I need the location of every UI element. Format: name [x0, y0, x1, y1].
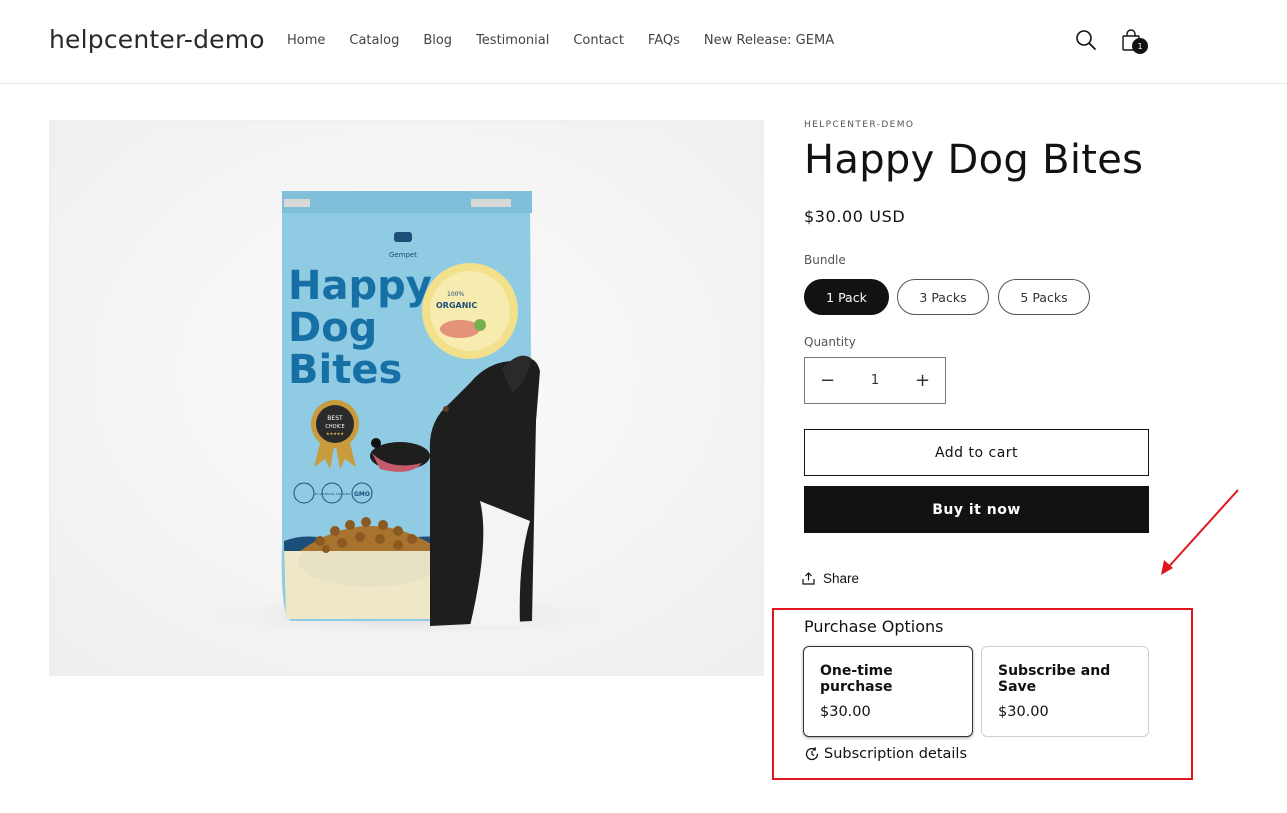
dog-food-bag-image: Gempet Happy Dog Bites 100% ORGANIC BEST…: [50, 121, 763, 675]
nav-faqs[interactable]: FAQs: [636, 32, 692, 50]
nav-testimonial[interactable]: Testimonial: [464, 32, 561, 50]
product-image[interactable]: Gempet Happy Dog Bites 100% ORGANIC BEST…: [49, 120, 764, 676]
svg-text:BEST: BEST: [327, 415, 343, 422]
annotation-highlight-box: [772, 608, 1193, 780]
site-logo[interactable]: helpcenter-demo: [49, 25, 265, 54]
search-button[interactable]: [1073, 26, 1099, 54]
cart-count-badge: 1: [1132, 38, 1148, 54]
quantity-stepper: − +: [804, 357, 946, 404]
svg-text:GMO: GMO: [354, 491, 370, 498]
svg-text:CHOICE: CHOICE: [325, 424, 344, 430]
nav-new-release[interactable]: New Release: GEMA: [692, 32, 846, 50]
cart-button[interactable]: 1: [1118, 26, 1148, 54]
buy-it-now-button[interactable]: Buy it now: [804, 486, 1149, 533]
product-vendor: HELPCENTER-DEMO: [804, 120, 915, 130]
svg-text:ORGANIC: ORGANIC: [436, 301, 477, 310]
nav-home[interactable]: Home: [275, 32, 337, 50]
bundle-option-1-pack[interactable]: 1 Pack: [804, 279, 889, 315]
product-title: Happy Dog Bites: [804, 137, 1144, 183]
svg-text:Bites: Bites: [288, 347, 402, 393]
share-label: Share: [823, 571, 860, 586]
search-icon: [1076, 30, 1096, 50]
quantity-label: Quantity: [804, 335, 856, 349]
annotation-arrow-icon: [1161, 489, 1239, 575]
add-to-cart-button[interactable]: Add to cart: [804, 429, 1149, 476]
main-nav: Home Catalog Blog Testimonial Contact FA…: [275, 32, 846, 50]
svg-text:Dog: Dog: [288, 305, 377, 351]
bundle-option-5-packs[interactable]: 5 Packs: [998, 279, 1090, 315]
nav-blog[interactable]: Blog: [411, 32, 464, 50]
product-price: $30.00 USD: [804, 207, 906, 226]
bundle-label: Bundle: [804, 253, 846, 267]
quantity-input[interactable]: [850, 358, 900, 403]
svg-text:Happy: Happy: [288, 263, 432, 309]
nav-catalog[interactable]: Catalog: [337, 32, 411, 50]
svg-text:100%: 100%: [447, 291, 464, 298]
site-header: helpcenter-demo Home Catalog Blog Testim…: [0, 0, 1287, 84]
nav-contact[interactable]: Contact: [561, 32, 636, 50]
bundle-option-3-packs[interactable]: 3 Packs: [897, 279, 989, 315]
brand-text: Gempet: [389, 251, 417, 259]
svg-text:NO ARTIFICIAL COLOURS: NO ARTIFICIAL COLOURS: [313, 492, 350, 496]
share-icon: [802, 572, 815, 585]
quantity-decrease-button[interactable]: −: [805, 358, 850, 403]
quantity-increase-button[interactable]: +: [900, 358, 945, 403]
share-button[interactable]: Share: [802, 571, 859, 586]
svg-text:★★★★★: ★★★★★: [326, 431, 344, 436]
